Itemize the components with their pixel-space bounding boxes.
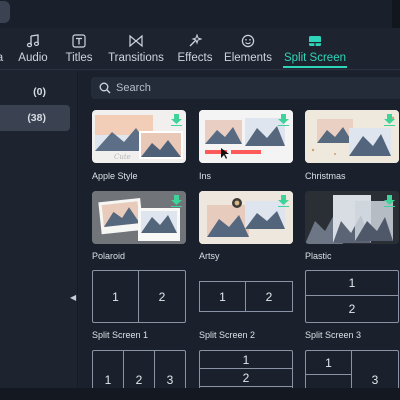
- template-label: Ins: [199, 171, 212, 181]
- tab-titles[interactable]: Titles: [62, 28, 96, 70]
- tab-elements[interactable]: Elements: [224, 28, 272, 70]
- template-ins[interactable]: [199, 110, 293, 163]
- svg-text:Cute: Cute: [114, 153, 131, 161]
- window-control[interactable]: [0, 1, 10, 23]
- search-input[interactable]: [116, 82, 376, 94]
- template-label: Split Screen 3: [305, 330, 362, 340]
- title-bar: [0, 0, 400, 28]
- smiley-icon: [241, 28, 255, 50]
- bottom-bar: [0, 388, 400, 400]
- category-tabbar: a Audio Titles Transitions Effects Eleme…: [0, 28, 400, 70]
- split-pane: 1: [306, 271, 398, 296]
- sidebar-item-count: (38): [27, 112, 46, 124]
- tab-label: Titles: [65, 52, 93, 64]
- download-icon[interactable]: [171, 195, 182, 207]
- template-label: Christmas: [305, 171, 346, 181]
- download-icon[interactable]: [384, 114, 395, 126]
- tab-split-screen[interactable]: Split Screen: [283, 28, 347, 70]
- template-apple-style[interactable]: Cute: [92, 110, 186, 163]
- split-pane: 1: [93, 271, 139, 322]
- download-icon[interactable]: [171, 114, 182, 126]
- download-icon[interactable]: [384, 195, 395, 207]
- template-label: Plastic: [305, 251, 332, 261]
- template-label: Polaroid: [92, 251, 126, 261]
- split-pane: 1: [306, 351, 352, 375]
- tab-label: Elements: [224, 52, 272, 64]
- split-pane: 2: [158, 289, 166, 304]
- tab-media[interactable]: a: [0, 28, 8, 70]
- search-icon: [99, 82, 111, 94]
- split-screen-icon: [308, 28, 322, 50]
- template-label: Apple Style: [92, 171, 138, 181]
- sidebar-item-count: (0): [33, 86, 46, 98]
- split-pane: 1: [200, 351, 292, 369]
- split-pane: 2: [265, 289, 273, 304]
- template-split-screen-2[interactable]: 1 2: [199, 270, 293, 323]
- template-polaroid[interactable]: [92, 191, 186, 244]
- template-label: Split Screen 1: [92, 330, 149, 340]
- tab-label: Effects: [177, 52, 213, 64]
- window-edge: [392, 0, 400, 28]
- tab-label: Transitions: [108, 52, 164, 64]
- bowtie-icon: [128, 28, 144, 50]
- category-sidebar: (0) (38) ◀: [0, 71, 78, 400]
- template-split-screen-3[interactable]: 1 2: [305, 270, 399, 323]
- download-icon[interactable]: [278, 114, 289, 126]
- template-label: Artsy: [199, 251, 220, 261]
- split-pane: 2: [200, 369, 292, 387]
- template-split-screen-1[interactable]: 1 2: [92, 270, 186, 323]
- sparkle-wand-icon: [188, 28, 202, 50]
- download-icon[interactable]: [278, 195, 289, 207]
- template-christmas[interactable]: [305, 110, 399, 163]
- tab-transitions[interactable]: Transitions: [106, 28, 166, 70]
- tab-audio[interactable]: Audio: [16, 28, 50, 70]
- music-note-icon: [26, 28, 40, 50]
- tab-label: Split Screen: [283, 52, 346, 64]
- split-pane: 1: [200, 282, 246, 311]
- split-pane: 2: [348, 302, 356, 316]
- search-box[interactable]: [91, 77, 400, 99]
- tab-label: Audio: [18, 52, 48, 64]
- text-t-icon: [72, 28, 86, 50]
- template-grid: Cute Apple Style Ins Chri: [79, 71, 400, 400]
- sidebar-item-1[interactable]: (38): [0, 105, 70, 131]
- sidebar-item-0[interactable]: (0): [0, 79, 70, 105]
- template-plastic[interactable]: [305, 191, 399, 244]
- tab-effects[interactable]: Effects: [175, 28, 215, 70]
- template-artsy[interactable]: [199, 191, 293, 244]
- collapse-arrow-icon[interactable]: ◀: [70, 293, 78, 303]
- template-label: Split Screen 2: [199, 330, 256, 340]
